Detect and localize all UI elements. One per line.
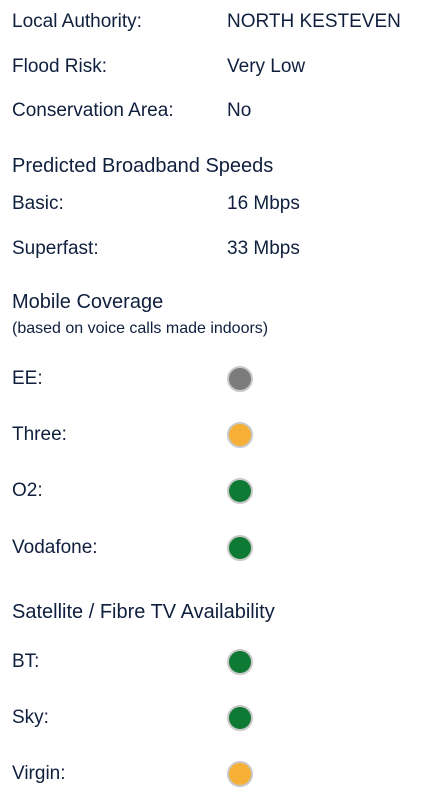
flood-risk-value: Very Low — [227, 56, 306, 77]
tv-item-label: Virgin: — [12, 763, 66, 784]
local-authority-label: Local Authority: — [12, 11, 142, 32]
conservation-area-row: Conservation Area: No — [12, 96, 421, 126]
broadband-heading: Predicted Broadband Speeds — [12, 155, 274, 177]
mobile-item-three: Three: — [12, 420, 421, 450]
local-authority-value: NORTH KESTEVEN — [227, 11, 401, 32]
mobile-item-label: O2: — [12, 480, 43, 501]
mobile-coverage-heading: Mobile Coverage — [12, 291, 164, 313]
coverage-status-dot — [227, 422, 253, 448]
property-info-panel: Local Authority: NORTH KESTEVEN Flood Ri… — [12, 0, 421, 791]
broadband-superfast-label: Superfast: — [12, 238, 99, 259]
tv-item-virgin: Virgin: — [12, 759, 421, 789]
local-authority-row: Local Authority: NORTH KESTEVEN — [12, 7, 421, 37]
mobile-item-vodafone: Vodafone: — [12, 533, 421, 563]
tv-availability-heading: Satellite / Fibre TV Availability — [12, 601, 275, 623]
availability-status-dot — [227, 705, 253, 731]
broadband-superfast-row: Superfast: 33 Mbps — [12, 234, 421, 264]
mobile-item-o2: O2: — [12, 476, 421, 506]
tv-item-bt: BT: — [12, 647, 421, 677]
tv-item-label: BT: — [12, 651, 40, 672]
coverage-status-dot — [227, 366, 253, 392]
tv-item-label: Sky: — [12, 707, 49, 728]
broadband-basic-label: Basic: — [12, 193, 64, 214]
broadband-basic-value: 16 Mbps — [227, 193, 300, 214]
mobile-item-label: Three: — [12, 424, 67, 445]
conservation-area-label: Conservation Area: — [12, 100, 174, 121]
conservation-area-value: No — [227, 100, 252, 121]
flood-risk-label: Flood Risk: — [12, 56, 108, 77]
broadband-superfast-value: 33 Mbps — [227, 238, 300, 259]
tv-item-sky: Sky: — [12, 703, 421, 733]
mobile-item-label: EE: — [12, 368, 43, 389]
coverage-status-dot — [227, 478, 253, 504]
coverage-status-dot — [227, 535, 253, 561]
mobile-item-ee: EE: — [12, 364, 421, 394]
mobile-coverage-subheading: (based on voice calls made indoors) — [12, 320, 269, 337]
availability-status-dot — [227, 761, 253, 787]
broadband-basic-row: Basic: 16 Mbps — [12, 189, 421, 219]
mobile-item-label: Vodafone: — [12, 537, 98, 558]
flood-risk-row: Flood Risk: Very Low — [12, 52, 421, 82]
availability-status-dot — [227, 649, 253, 675]
